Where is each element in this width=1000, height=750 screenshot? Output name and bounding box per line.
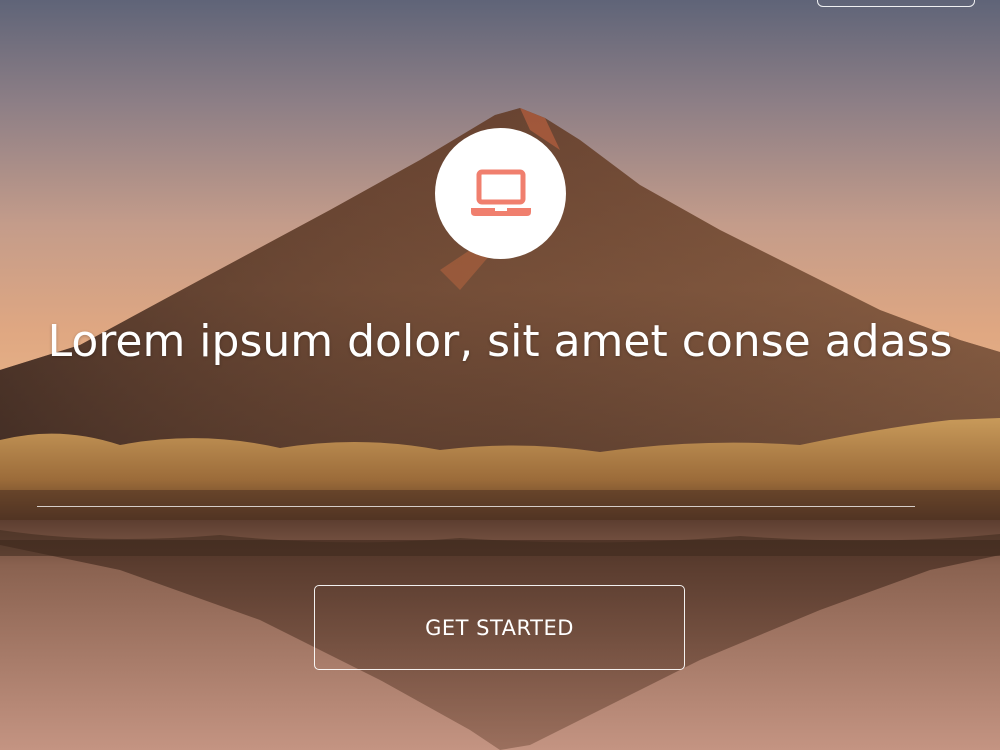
hero-headline: Lorem ipsum dolor, sit amet conse adass [47, 316, 953, 367]
top-right-button[interactable] [817, 0, 975, 7]
laptop-icon-circle [435, 128, 566, 259]
laptop-icon [470, 169, 531, 216]
get-started-button[interactable]: GET STARTED [314, 585, 685, 670]
divider-line [37, 506, 915, 507]
hero-section: Lorem ipsum dolor, sit amet conse adass … [0, 0, 1000, 750]
